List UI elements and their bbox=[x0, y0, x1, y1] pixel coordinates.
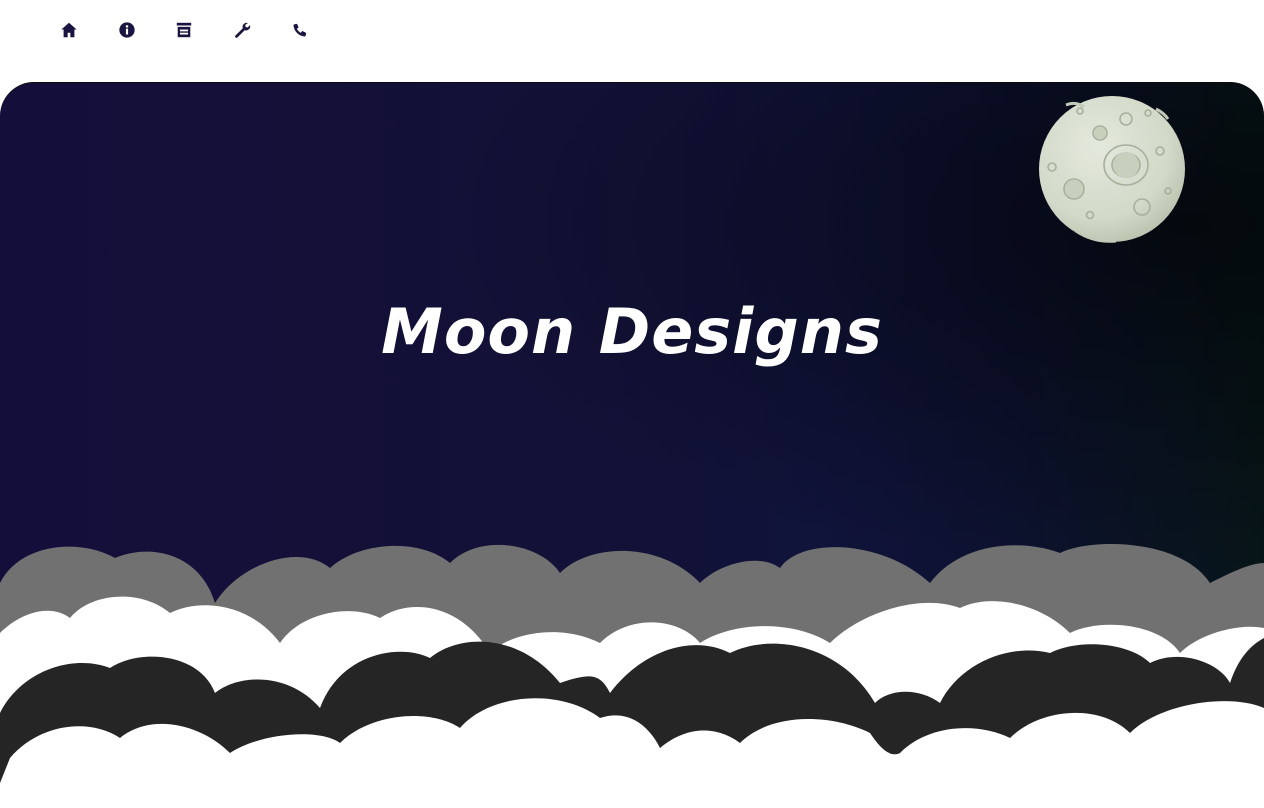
moon-icon bbox=[1039, 96, 1185, 243]
top-navigation bbox=[0, 0, 1264, 62]
info-icon bbox=[119, 22, 135, 38]
nav-info-button[interactable] bbox=[116, 19, 138, 41]
nav-home-button[interactable] bbox=[58, 19, 80, 41]
wrench-icon bbox=[235, 22, 251, 38]
clouds-illustration bbox=[0, 544, 1264, 783]
nav-contact-button[interactable] bbox=[289, 19, 311, 41]
nav-portfolio-button[interactable] bbox=[173, 19, 195, 41]
archive-icon bbox=[176, 22, 192, 38]
phone-icon bbox=[293, 23, 307, 37]
home-icon bbox=[61, 22, 77, 38]
hero-banner: Moon Designs bbox=[0, 82, 1264, 783]
nav-services-button[interactable] bbox=[231, 19, 253, 41]
hero-title: Moon Designs bbox=[381, 295, 883, 368]
